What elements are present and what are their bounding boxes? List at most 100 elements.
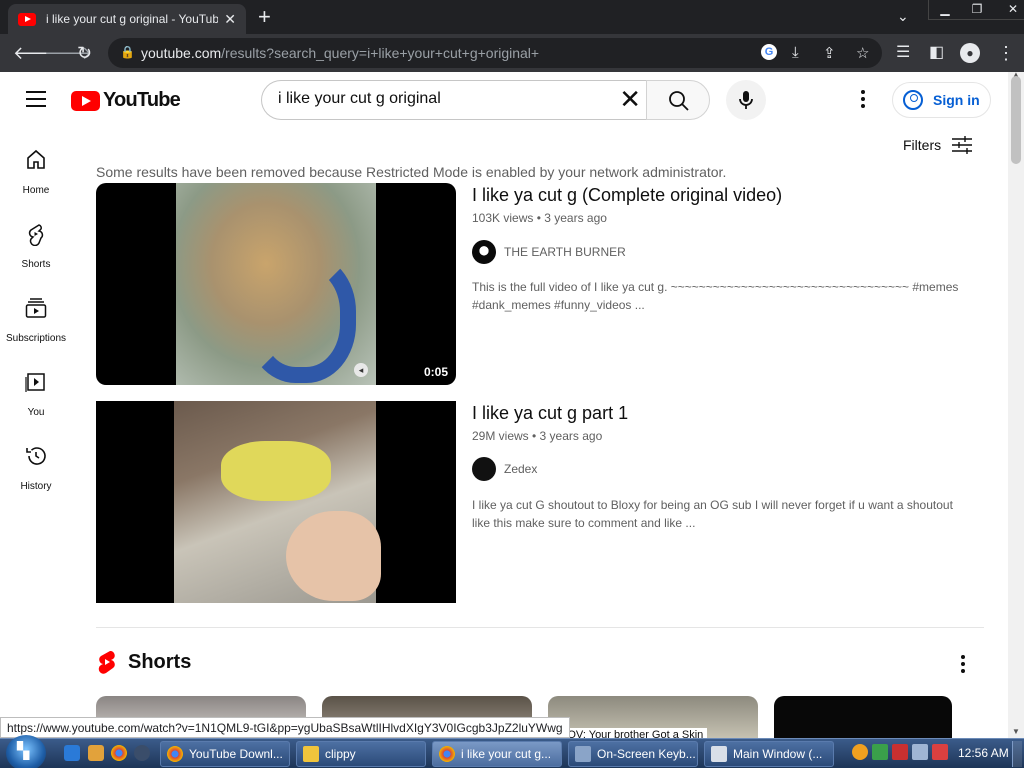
taskbar-button[interactable]: On-Screen Keyb... bbox=[568, 741, 698, 767]
link-status-bubble: https://www.youtube.com/watch?v=1N1QML9-… bbox=[0, 717, 570, 738]
nav-item-history[interactable]: History bbox=[0, 444, 72, 494]
shorts-logo-icon bbox=[98, 650, 115, 674]
url-path: /results?search_query=i+like+your+cut+g+… bbox=[221, 45, 540, 61]
taskbar-label: Main Window (... bbox=[733, 747, 823, 761]
taskbar-button[interactable]: clippy bbox=[296, 741, 426, 767]
bookmark-star-icon[interactable]: ☆ bbox=[856, 44, 869, 62]
account-circle-icon bbox=[903, 90, 923, 110]
tab-search-chevron-icon[interactable]: ⌄ bbox=[897, 8, 909, 25]
taskbar-button-active[interactable]: i like your cut g... bbox=[432, 741, 562, 767]
flag-tray-icon[interactable] bbox=[892, 744, 908, 760]
you-library-icon bbox=[25, 373, 45, 392]
reading-list-icon[interactable]: ☰ bbox=[896, 43, 910, 63]
install-app-icon[interactable]: ⤓ bbox=[792, 44, 799, 61]
sign-in-button[interactable]: Sign in bbox=[892, 82, 991, 118]
video-thumbnail[interactable]: ◂ 0:05 bbox=[96, 183, 456, 385]
start-button[interactable] bbox=[6, 735, 46, 768]
taskbar-button[interactable]: Main Window (... bbox=[704, 741, 834, 767]
page-scrollbar[interactable]: ▲ ▼ bbox=[1008, 70, 1024, 738]
video-duration: 0:05 bbox=[423, 365, 448, 379]
nav-item-home[interactable]: Home bbox=[0, 148, 72, 198]
taskbar-button[interactable]: YouTube Downl... bbox=[160, 741, 290, 767]
settings-more-icon[interactable] bbox=[861, 90, 865, 111]
folder-icon bbox=[303, 746, 319, 762]
headphone-shape bbox=[246, 253, 356, 383]
profile-icon[interactable]: ● bbox=[960, 43, 980, 63]
voice-search-button[interactable] bbox=[726, 80, 766, 120]
show-desktop-button[interactable] bbox=[1012, 741, 1022, 767]
nav-label: History bbox=[20, 481, 52, 492]
restricted-mode-notice: Some results have been removed because R… bbox=[96, 164, 727, 180]
video-title[interactable]: I like ya cut g part 1 bbox=[472, 403, 628, 424]
chrome-icon bbox=[167, 746, 183, 762]
close-window-button[interactable]: ✕ bbox=[993, 0, 1024, 18]
ie-icon[interactable] bbox=[64, 745, 80, 761]
url-text: youtube.com/results?search_query=i+like+… bbox=[141, 45, 539, 61]
taskbar-label: i like your cut g... bbox=[461, 747, 552, 761]
shorts-icon bbox=[28, 224, 44, 246]
channel-link[interactable]: Zedex bbox=[472, 457, 537, 481]
clear-search-icon[interactable]: ✕ bbox=[619, 85, 641, 113]
nav-item-you[interactable]: You bbox=[0, 370, 72, 420]
shorts-more-icon[interactable] bbox=[961, 655, 965, 676]
scroll-down-icon[interactable]: ▼ bbox=[1012, 727, 1020, 736]
monitor-tray-icon[interactable] bbox=[912, 744, 928, 760]
home-icon bbox=[27, 149, 45, 169]
nav-label: You bbox=[27, 407, 45, 418]
search-tray-icon[interactable] bbox=[852, 744, 868, 760]
address-bar[interactable]: 🔒 youtube.com/results?search_query=i+lik… bbox=[108, 38, 882, 68]
youtube-logo[interactable]: YouTube bbox=[71, 89, 181, 112]
video-description: I like ya cut G shoutout to Bloxy for be… bbox=[472, 498, 953, 530]
chrome-quicklaunch-icon[interactable] bbox=[111, 745, 127, 761]
minimize-button[interactable]: ▁ bbox=[929, 0, 961, 18]
network-tray-icon[interactable] bbox=[872, 744, 888, 760]
scrollbar-thumb[interactable] bbox=[1011, 76, 1021, 164]
filters-label: Filters bbox=[903, 137, 942, 153]
video-meta: 103K views • 3 years ago bbox=[472, 211, 607, 225]
search-query-text: i like your cut g original bbox=[278, 90, 441, 107]
search-button[interactable] bbox=[646, 80, 710, 120]
tab-title: i like your cut g original - YouTube bbox=[46, 12, 219, 26]
explorer-icon[interactable] bbox=[88, 745, 104, 761]
taskbar-clock[interactable]: 12:56 AM bbox=[958, 746, 1009, 760]
volume-muted-icon[interactable] bbox=[932, 744, 948, 760]
nav-item-subscriptions[interactable]: Subscriptions bbox=[0, 296, 72, 346]
shorts-heading: Shorts bbox=[128, 650, 192, 673]
youtube-wordmark: YouTube bbox=[103, 89, 181, 111]
window-icon bbox=[711, 746, 727, 762]
taskbar-label: clippy bbox=[325, 747, 356, 761]
url-host: youtube.com bbox=[141, 45, 222, 61]
video-thumbnail[interactable] bbox=[96, 401, 456, 603]
system-tray bbox=[852, 744, 948, 760]
media-icon[interactable] bbox=[134, 745, 150, 761]
reload-icon[interactable]: ↻ bbox=[77, 43, 92, 63]
subscriptions-icon bbox=[25, 298, 47, 318]
channel-name: Zedex bbox=[504, 462, 538, 476]
filters-button[interactable]: Filters bbox=[903, 135, 973, 155]
short-card[interactable]: POV: Your brother Got a Skin bbox=[548, 696, 758, 740]
windows-taskbar: YouTube Downl... clippy i like your cut … bbox=[0, 735, 1024, 768]
taskbar-label: YouTube Downl... bbox=[189, 747, 283, 761]
taskbar-label: On-Screen Keyb... bbox=[597, 747, 696, 761]
screen: i like your cut g original - YouTube ✕ +… bbox=[0, 0, 1024, 768]
restore-button[interactable]: ❐ bbox=[961, 0, 993, 18]
chrome-menu-icon[interactable]: ⋮ bbox=[997, 43, 1015, 63]
mute-icon: ◂ bbox=[354, 363, 368, 377]
tab-close-icon[interactable]: ✕ bbox=[224, 11, 236, 28]
video-title[interactable]: I like ya cut g (Complete original video… bbox=[472, 185, 782, 206]
lock-icon: 🔒 bbox=[120, 45, 135, 59]
youtube-header: YouTube i like your cut g original ✕ Sig… bbox=[0, 72, 1008, 128]
share-icon[interactable]: ⇪ bbox=[823, 44, 836, 62]
hamburger-menu-icon[interactable] bbox=[26, 91, 46, 112]
nav-item-shorts[interactable]: Shorts bbox=[0, 222, 72, 272]
side-panel-icon[interactable]: ◧ bbox=[929, 43, 944, 63]
google-lens-icon[interactable]: G bbox=[761, 44, 777, 60]
channel-link[interactable]: THE EARTH BURNER bbox=[472, 240, 626, 264]
short-card[interactable] bbox=[774, 696, 952, 740]
browser-tab-active[interactable]: i like your cut g original - YouTube ✕ bbox=[8, 4, 246, 34]
youtube-favicon-icon bbox=[18, 12, 36, 26]
history-icon bbox=[26, 447, 46, 465]
new-tab-button[interactable]: + bbox=[258, 6, 271, 28]
keyboard-icon bbox=[575, 746, 591, 762]
search-input[interactable]: i like your cut g original ✕ bbox=[261, 80, 647, 120]
